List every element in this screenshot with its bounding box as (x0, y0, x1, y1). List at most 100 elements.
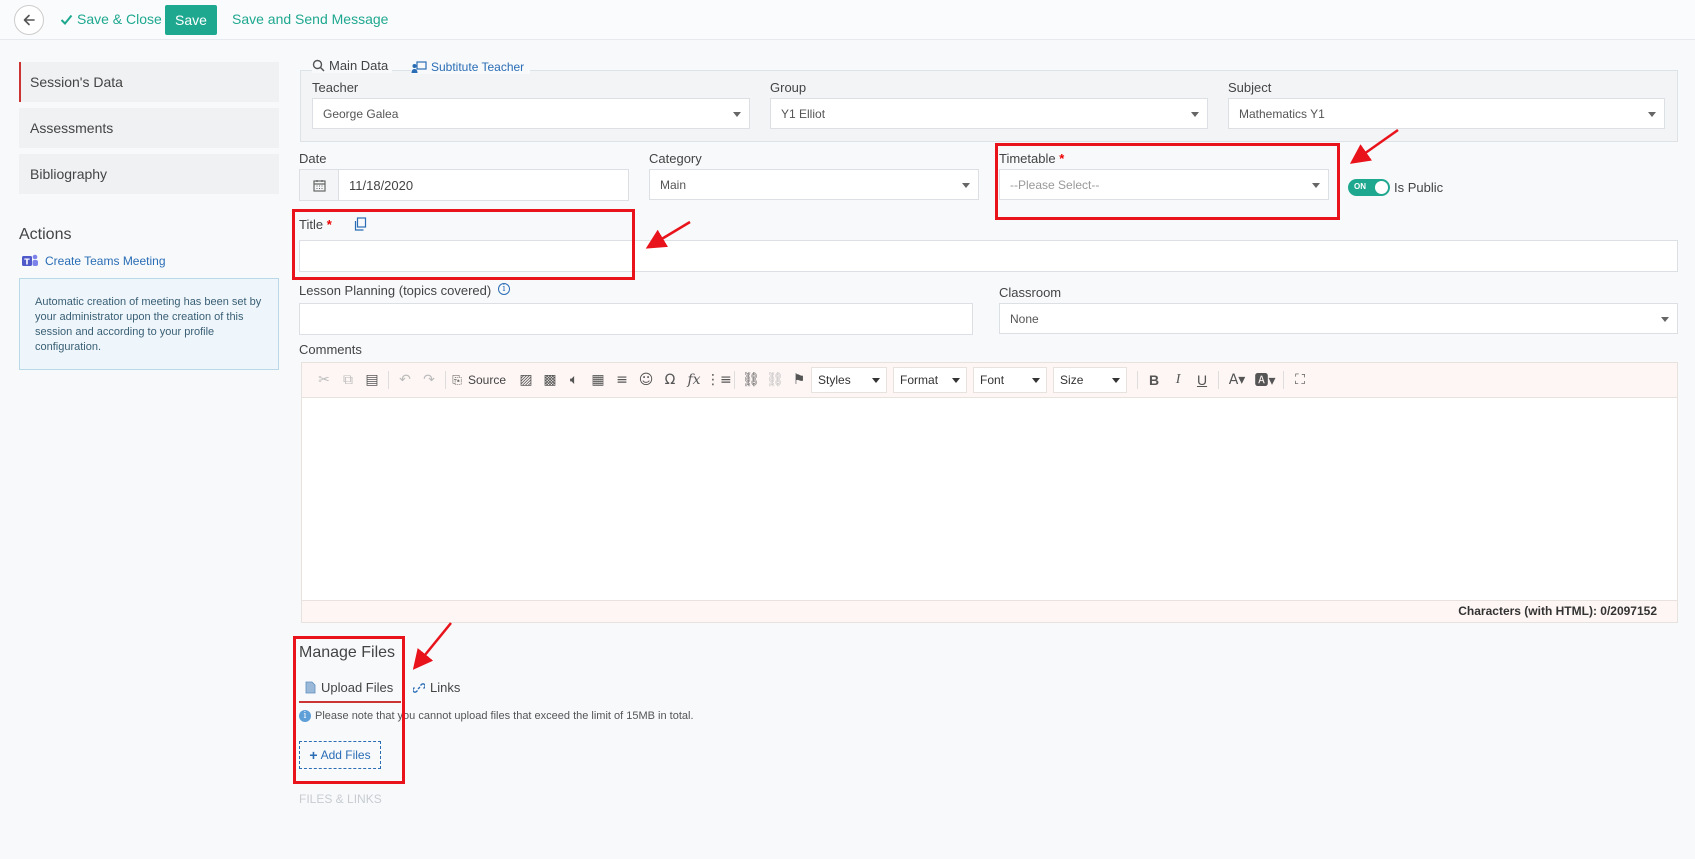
bold-icon[interactable]: B (1142, 372, 1166, 388)
classroom-select[interactable]: None (999, 303, 1678, 334)
copy-icon[interactable]: ⧉ (336, 372, 360, 388)
teams-icon: T (22, 254, 38, 267)
lesson-planning-input[interactable] (299, 303, 973, 335)
chevron-down-icon (1112, 378, 1121, 383)
calendar-icon (312, 179, 326, 192)
size-dropdown[interactable]: Size (1053, 367, 1128, 393)
date-label: Date (299, 151, 327, 166)
chevron-down-icon (1312, 182, 1320, 188)
plus-icon: + (309, 747, 318, 763)
check-icon (60, 14, 73, 25)
teacher-value: George Galea (323, 106, 399, 121)
smiley-icon[interactable]: ☺ (634, 372, 658, 388)
save-close-button[interactable]: Save & Close (60, 11, 162, 27)
tab-main-data[interactable]: Main Data (312, 58, 393, 73)
chevron-down-icon (1191, 111, 1199, 117)
undo-icon[interactable]: ↶ (393, 372, 417, 388)
horizontal-rule-icon[interactable]: ≡ (610, 372, 634, 388)
manage-files-title: Manage Files (299, 644, 396, 661)
link-icon[interactable]: ⛓ (739, 372, 763, 388)
unlink-icon[interactable]: ⛓ (763, 372, 787, 388)
subject-value: Mathematics Y1 (1239, 106, 1325, 121)
create-teams-meeting-label: Create Teams Meeting (45, 254, 166, 268)
top-toolbar: Save & Close Save Save and Send Message (0, 0, 1695, 40)
tab-substitute-teacher[interactable]: Subtitute Teacher (411, 60, 531, 74)
search-icon (312, 59, 325, 72)
formula-icon[interactable]: fx (682, 372, 706, 388)
comments-label: Comments (299, 342, 362, 357)
subject-select[interactable]: Mathematics Y1 (1228, 98, 1665, 129)
underline-icon[interactable]: U (1190, 372, 1214, 388)
save-button[interactable]: Save (165, 5, 217, 35)
sidebar-item-sessions-data[interactable]: Session's Data (19, 62, 279, 102)
actions-title: Actions (19, 226, 72, 243)
add-files-button[interactable]: + Add Files (299, 741, 381, 769)
placeholder-icon[interactable]: ⋮≡ (706, 372, 732, 388)
styles-dropdown[interactable]: Styles (811, 367, 888, 393)
tab-links[interactable]: Links (413, 680, 460, 695)
classroom-value: None (1010, 311, 1039, 326)
is-public-toggle[interactable]: ON (1348, 179, 1390, 196)
upload-note: i Please note that you cannot upload fil… (299, 710, 694, 722)
category-value: Main (660, 177, 687, 192)
source-button[interactable]: ⎘ Source (450, 373, 506, 388)
category-label: Category (649, 151, 702, 166)
chevron-down-icon (952, 378, 961, 383)
teacher-select[interactable]: George Galea (312, 98, 750, 129)
timetable-select[interactable]: --Please Select-- (999, 169, 1329, 200)
calendar-button[interactable] (299, 169, 339, 201)
title-input[interactable] (299, 240, 1678, 272)
sidebar-item-assessments[interactable]: Assessments (19, 108, 279, 148)
chevron-down-icon (733, 111, 741, 117)
toolbar-separator (388, 371, 389, 389)
tab-main-data-label: Main Data (329, 58, 389, 73)
character-count: Characters (with HTML): 0/2097152 (301, 601, 1678, 623)
sidebar-item-label: Bibliography (30, 166, 108, 182)
lesson-planning-label: Lesson Planning (topics covered) (299, 283, 492, 298)
chevron-down-icon (872, 378, 881, 383)
format-dropdown[interactable]: Format (893, 367, 968, 393)
chevron-down-icon (1648, 111, 1656, 117)
back-button[interactable] (14, 5, 44, 35)
chevron-down-icon (962, 182, 970, 188)
maximize-icon[interactable]: ⛶ (1288, 372, 1312, 388)
image-icon[interactable]: ▨ (514, 372, 538, 388)
toolbar-separator (1283, 371, 1285, 389)
teacher-label: Teacher (312, 80, 359, 95)
copy-title-button[interactable] (354, 217, 367, 234)
redo-icon[interactable]: ↷ (417, 372, 441, 388)
comments-editor-area[interactable] (301, 398, 1678, 601)
sidebar-item-bibliography[interactable]: Bibliography (19, 154, 279, 194)
toggle-on-label: ON (1354, 182, 1366, 191)
sidebar-item-label: Session's Data (30, 74, 123, 90)
info-icon[interactable]: i (498, 283, 510, 295)
font-dropdown[interactable]: Font (973, 367, 1048, 393)
text-color-icon[interactable]: A▾ (1223, 372, 1251, 388)
special-char-icon[interactable]: Ω (658, 372, 682, 388)
group-select[interactable]: Y1 Elliot (770, 98, 1208, 129)
date-input[interactable]: 11/18/2020 (338, 169, 629, 201)
files-links-header: FILES & LINKS (299, 792, 382, 806)
image-alt-icon[interactable]: ▩ (538, 372, 562, 388)
create-teams-meeting-link[interactable]: T Create Teams Meeting (21, 253, 166, 269)
category-select[interactable]: Main (649, 169, 979, 200)
tab-upload-files[interactable]: Upload Files (299, 674, 401, 703)
cut-icon[interactable]: ✂ (312, 372, 336, 388)
group-label: Group (770, 80, 807, 95)
toolbar-separator (734, 371, 736, 389)
background-color-icon[interactable]: 🅰︎▾ (1251, 370, 1279, 390)
table-icon[interactable]: ▦ (586, 372, 610, 388)
toggle-knob (1375, 181, 1388, 194)
save-send-message-button[interactable]: Save and Send Message (232, 11, 388, 27)
toolbar-separator (445, 371, 446, 389)
chevron-down-icon (1032, 378, 1041, 383)
sidebar-item-label: Assessments (30, 120, 114, 136)
italic-icon[interactable]: I (1166, 372, 1190, 388)
toolbar-separator (1137, 371, 1139, 389)
audio-icon[interactable]: 🔈︎ (562, 372, 586, 388)
teams-info-box: Automatic creation of meeting has been s… (19, 278, 279, 370)
tab-substitute-label: Subtitute Teacher (431, 60, 525, 74)
paste-icon[interactable]: ▤ (360, 372, 384, 388)
group-value: Y1 Elliot (781, 106, 826, 121)
anchor-flag-icon[interactable]: ⚑ (787, 372, 811, 388)
